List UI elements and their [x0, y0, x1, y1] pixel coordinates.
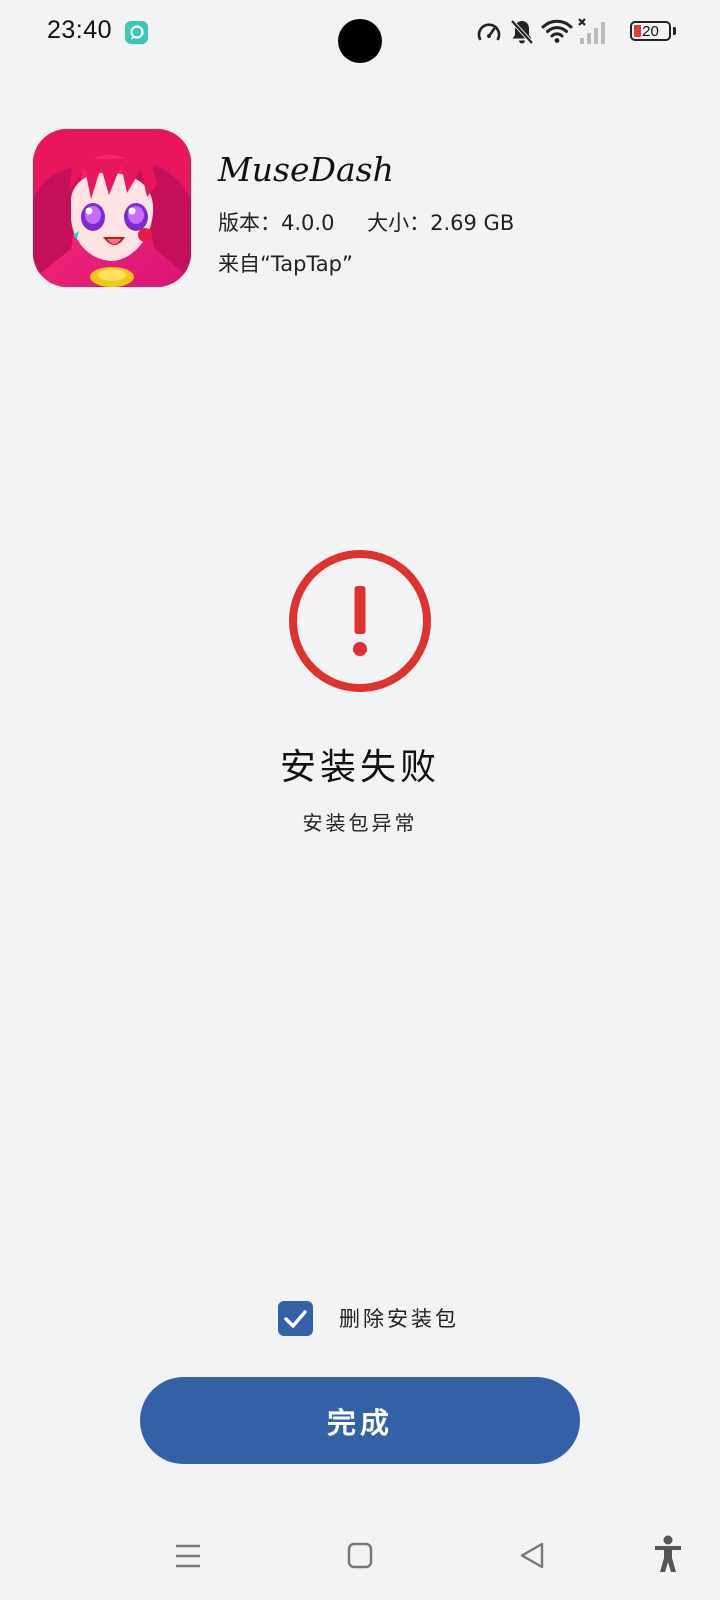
install-failed-reason: 安装包异常: [302, 811, 418, 835]
app-notification-icon: [125, 21, 148, 44]
wifi-icon: [541, 19, 573, 43]
home-icon[interactable]: [340, 1538, 380, 1574]
delete-package-checkbox[interactable]: [278, 1300, 313, 1336]
app-source: 来自“TapTap”: [218, 252, 353, 276]
app-name: MuseDash: [218, 150, 394, 189]
app-size: 大小：2.69 GB: [367, 211, 515, 235]
delete-package-option[interactable]: 删除安装包: [278, 1300, 459, 1336]
app-version: 版本：4.0.0: [218, 211, 335, 235]
menu-icon[interactable]: [168, 1538, 208, 1574]
bell-muted-icon: [510, 19, 534, 45]
app-meta: 版本：4.0.0 大小：2.69 GB: [218, 207, 540, 237]
battery-icon: 20: [630, 21, 671, 41]
accessibility-icon[interactable]: [650, 1534, 686, 1574]
error-exclamation-icon: [287, 548, 433, 694]
status-time: 23:40: [47, 16, 113, 44]
back-icon[interactable]: [512, 1538, 552, 1574]
done-button[interactable]: 完成: [140, 1377, 580, 1464]
musedash-app-icon: [33, 129, 191, 287]
battery-level: 20: [642, 23, 659, 40]
signal-no-service-icon: [578, 18, 605, 44]
installer-screen: 23:40 20 MuseDash 版本：4.0.0 大小：2.69 GB 来自…: [0, 0, 720, 1600]
speedometer-icon: [477, 23, 501, 41]
status-bar: 23:40 20: [0, 0, 720, 68]
delete-package-label: 删除安装包: [339, 1307, 459, 1331]
install-failed-title: 安装失败: [279, 747, 440, 788]
front-camera: [338, 19, 382, 63]
battery-tip: [673, 27, 676, 35]
checkmark-icon: [284, 1309, 307, 1328]
